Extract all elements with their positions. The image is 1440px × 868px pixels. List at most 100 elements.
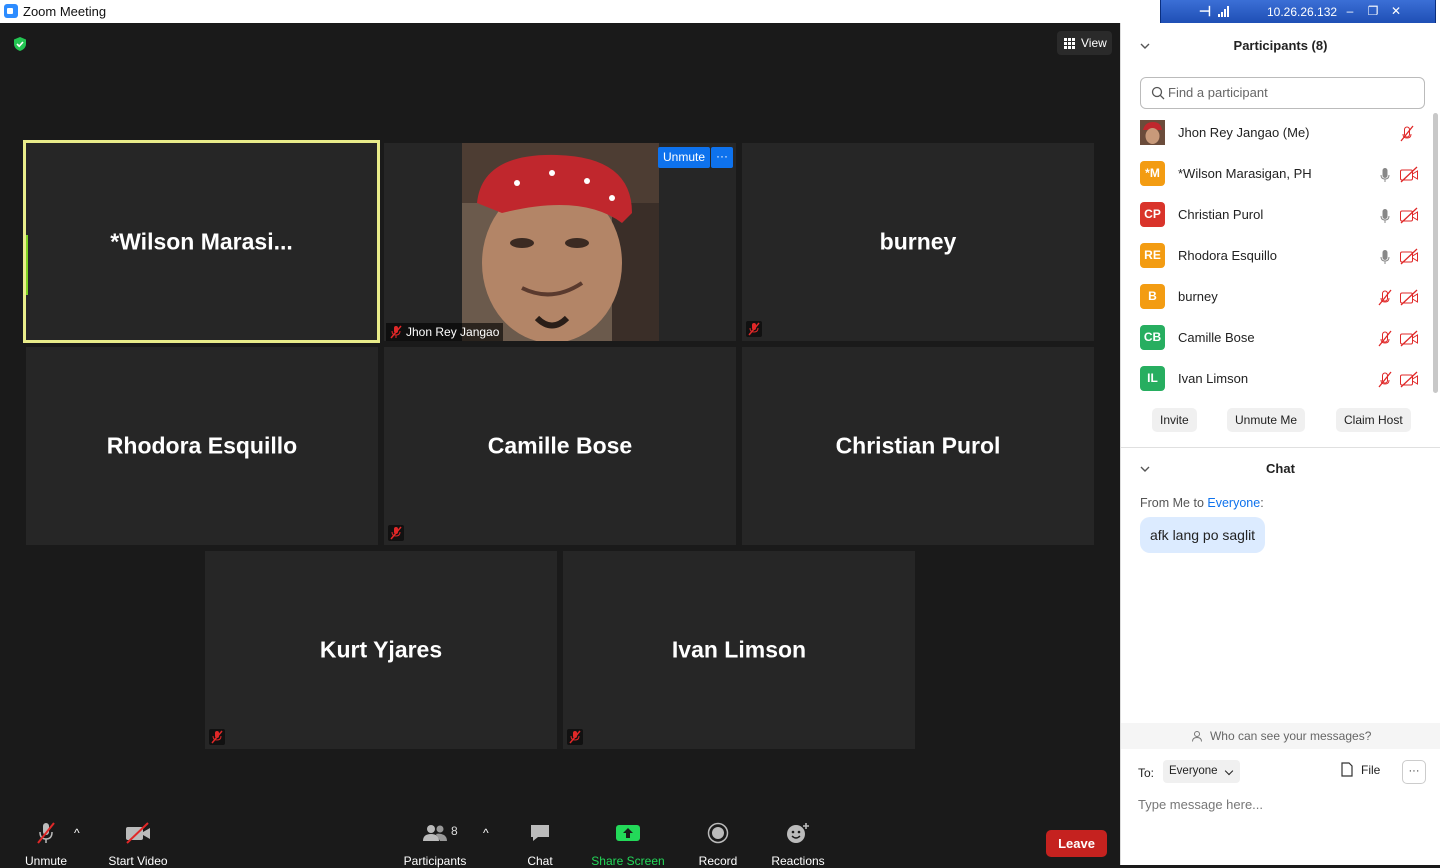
remote-session-bar: ⊣ 10.26.26.132 – ❐ ✕ (1160, 0, 1436, 24)
search-icon (1151, 86, 1165, 100)
invite-button[interactable]: Invite (1152, 408, 1197, 432)
participants-title: Participants (8) (1233, 38, 1328, 53)
mic-icon (1380, 250, 1390, 264)
video-tile[interactable]: Kurt Yjares (205, 551, 557, 749)
participants-caret-icon[interactable]: ^ (483, 826, 489, 840)
view-label: View (1081, 36, 1107, 50)
leave-button[interactable]: Leave (1046, 830, 1107, 857)
chat-more-button[interactable]: ··· (1402, 760, 1426, 784)
start-video-button[interactable]: Start Video (104, 820, 172, 868)
who-can-see-label: Who can see your messages? (1209, 729, 1372, 743)
who-can-see-banner[interactable]: Who can see your messages? (1121, 723, 1440, 749)
mic-muted-icon (1378, 330, 1392, 347)
view-button[interactable]: View (1057, 31, 1112, 55)
panel-divider (1121, 447, 1440, 448)
participant-tile-name: Christian Purol (835, 432, 1001, 459)
audio-options-caret-icon[interactable]: ^ (74, 826, 80, 840)
participant-row[interactable]: IL Ivan Limson (1139, 359, 1429, 400)
participant-tile-name: *Wilson Marasi... (110, 228, 293, 254)
side-panel: Participants (8) Jhon Rey Jangao (Me)*M*… (1120, 23, 1440, 865)
participant-row[interactable]: Bburney (1139, 277, 1429, 318)
claim-host-button[interactable]: Claim Host (1336, 408, 1411, 432)
reactions-icon (787, 823, 809, 843)
mic-muted-icon (567, 729, 583, 745)
participant-name: *Wilson Marasigan, PH (1178, 166, 1312, 181)
participant-tile-name: Kurt Yjares (319, 636, 443, 663)
mic-muted-icon (1378, 289, 1392, 306)
video-off-icon (1400, 248, 1418, 265)
record-button[interactable]: Record (696, 820, 740, 868)
self-video-feed (462, 143, 659, 341)
participant-name: Camille Bose (1178, 330, 1255, 345)
minimize-icon[interactable]: – (1341, 2, 1359, 20)
zoom-app-icon (4, 4, 18, 18)
security-shield-icon[interactable] (12, 36, 28, 52)
mic-icon (1380, 209, 1390, 223)
video-tile[interactable]: Camille Bose (384, 347, 736, 545)
restore-icon[interactable]: ❐ (1364, 2, 1382, 20)
recipient-select[interactable]: Everyone (1163, 760, 1240, 783)
record-label: Record (698, 854, 738, 868)
pin-icon[interactable]: ⊣ (1197, 3, 1213, 19)
participant-tile-name: Rhodora Esquillo (106, 432, 298, 459)
meeting-toolbar: Unmute ^ Start Video 8 Participants ^ Ch… (0, 812, 1120, 868)
video-off-icon (1400, 371, 1418, 388)
chat-button[interactable]: Chat (521, 820, 559, 868)
chat-sender-line: From Me to Everyone: (1140, 496, 1264, 510)
participant-row[interactable]: Jhon Rey Jangao (Me) (1139, 113, 1429, 154)
video-off-icon (1400, 207, 1418, 224)
participants-count: 8 (451, 824, 458, 838)
participants-scrollbar[interactable] (1433, 113, 1438, 393)
chat-icon (531, 825, 549, 841)
start-video-label: Start Video (108, 854, 168, 868)
share-screen-button[interactable]: Share Screen (590, 820, 666, 868)
reactions-button[interactable]: Reactions (769, 820, 827, 868)
participant-search[interactable] (1140, 77, 1425, 109)
reactions-label: Reactions (771, 854, 825, 868)
participant-tile-name: burney (879, 228, 957, 255)
mic-muted-icon (1400, 125, 1414, 142)
unmute-button[interactable]: Unmute (20, 820, 72, 868)
avatar: CB (1140, 325, 1165, 350)
share-screen-label: Share Screen (591, 854, 665, 868)
video-tile[interactable]: Christian Purol (742, 347, 1094, 545)
participant-tile-name: Ivan Limson (671, 636, 807, 663)
participants-button[interactable]: 8 Participants (402, 820, 468, 868)
video-tile[interactable]: Rhodora Esquillo (26, 347, 378, 545)
participant-row[interactable]: CP Christian Purol (1139, 195, 1429, 236)
share-screen-icon (616, 825, 640, 841)
chat-title: Chat (1266, 461, 1295, 476)
avatar: IL (1140, 366, 1165, 391)
participant-row[interactable]: *M *Wilson Marasigan, PH (1139, 154, 1429, 195)
participant-row[interactable]: CB Camille Bose (1139, 318, 1429, 359)
participants-icon (423, 825, 447, 841)
meeting-area: View *Wilson Marasi... Unmute ··· Jhon R… (0, 23, 1120, 865)
avatar (1140, 120, 1165, 145)
avatar: B (1140, 284, 1165, 309)
video-tile[interactable]: *Wilson Marasi... (23, 140, 380, 343)
my-video-tile[interactable]: Unmute ··· Jhon Rey Jangao (384, 143, 736, 341)
file-icon (1341, 762, 1353, 777)
more-options-button[interactable]: ··· (711, 147, 733, 168)
chat-message-input[interactable] (1138, 791, 1428, 817)
participant-row[interactable]: RE Rhodora Esquillo (1139, 236, 1429, 277)
unmute-me-button[interactable]: Unmute Me (1227, 408, 1306, 432)
participant-name: Christian Purol (1178, 207, 1264, 222)
participants-label: Participants (403, 854, 467, 868)
self-name: Jhon Rey Jangao (406, 325, 500, 339)
to-label: To: (1138, 766, 1155, 780)
chat-from-target[interactable]: Everyone (1207, 496, 1260, 510)
video-off-icon (1400, 166, 1418, 183)
window-title: Zoom Meeting (23, 4, 107, 19)
participant-search-input[interactable] (1168, 85, 1408, 100)
file-button[interactable]: File (1339, 762, 1381, 777)
avatar: *M (1140, 161, 1165, 186)
mic-muted-icon (209, 729, 225, 745)
video-tile[interactable]: burney (742, 143, 1094, 341)
unmute-button[interactable]: Unmute (658, 147, 711, 168)
grid-icon (1064, 38, 1075, 49)
video-tile[interactable]: Ivan Limson (563, 551, 915, 749)
chat-from-suffix: : (1260, 496, 1264, 510)
file-label: File (1361, 763, 1381, 777)
close-icon[interactable]: ✕ (1387, 2, 1405, 20)
